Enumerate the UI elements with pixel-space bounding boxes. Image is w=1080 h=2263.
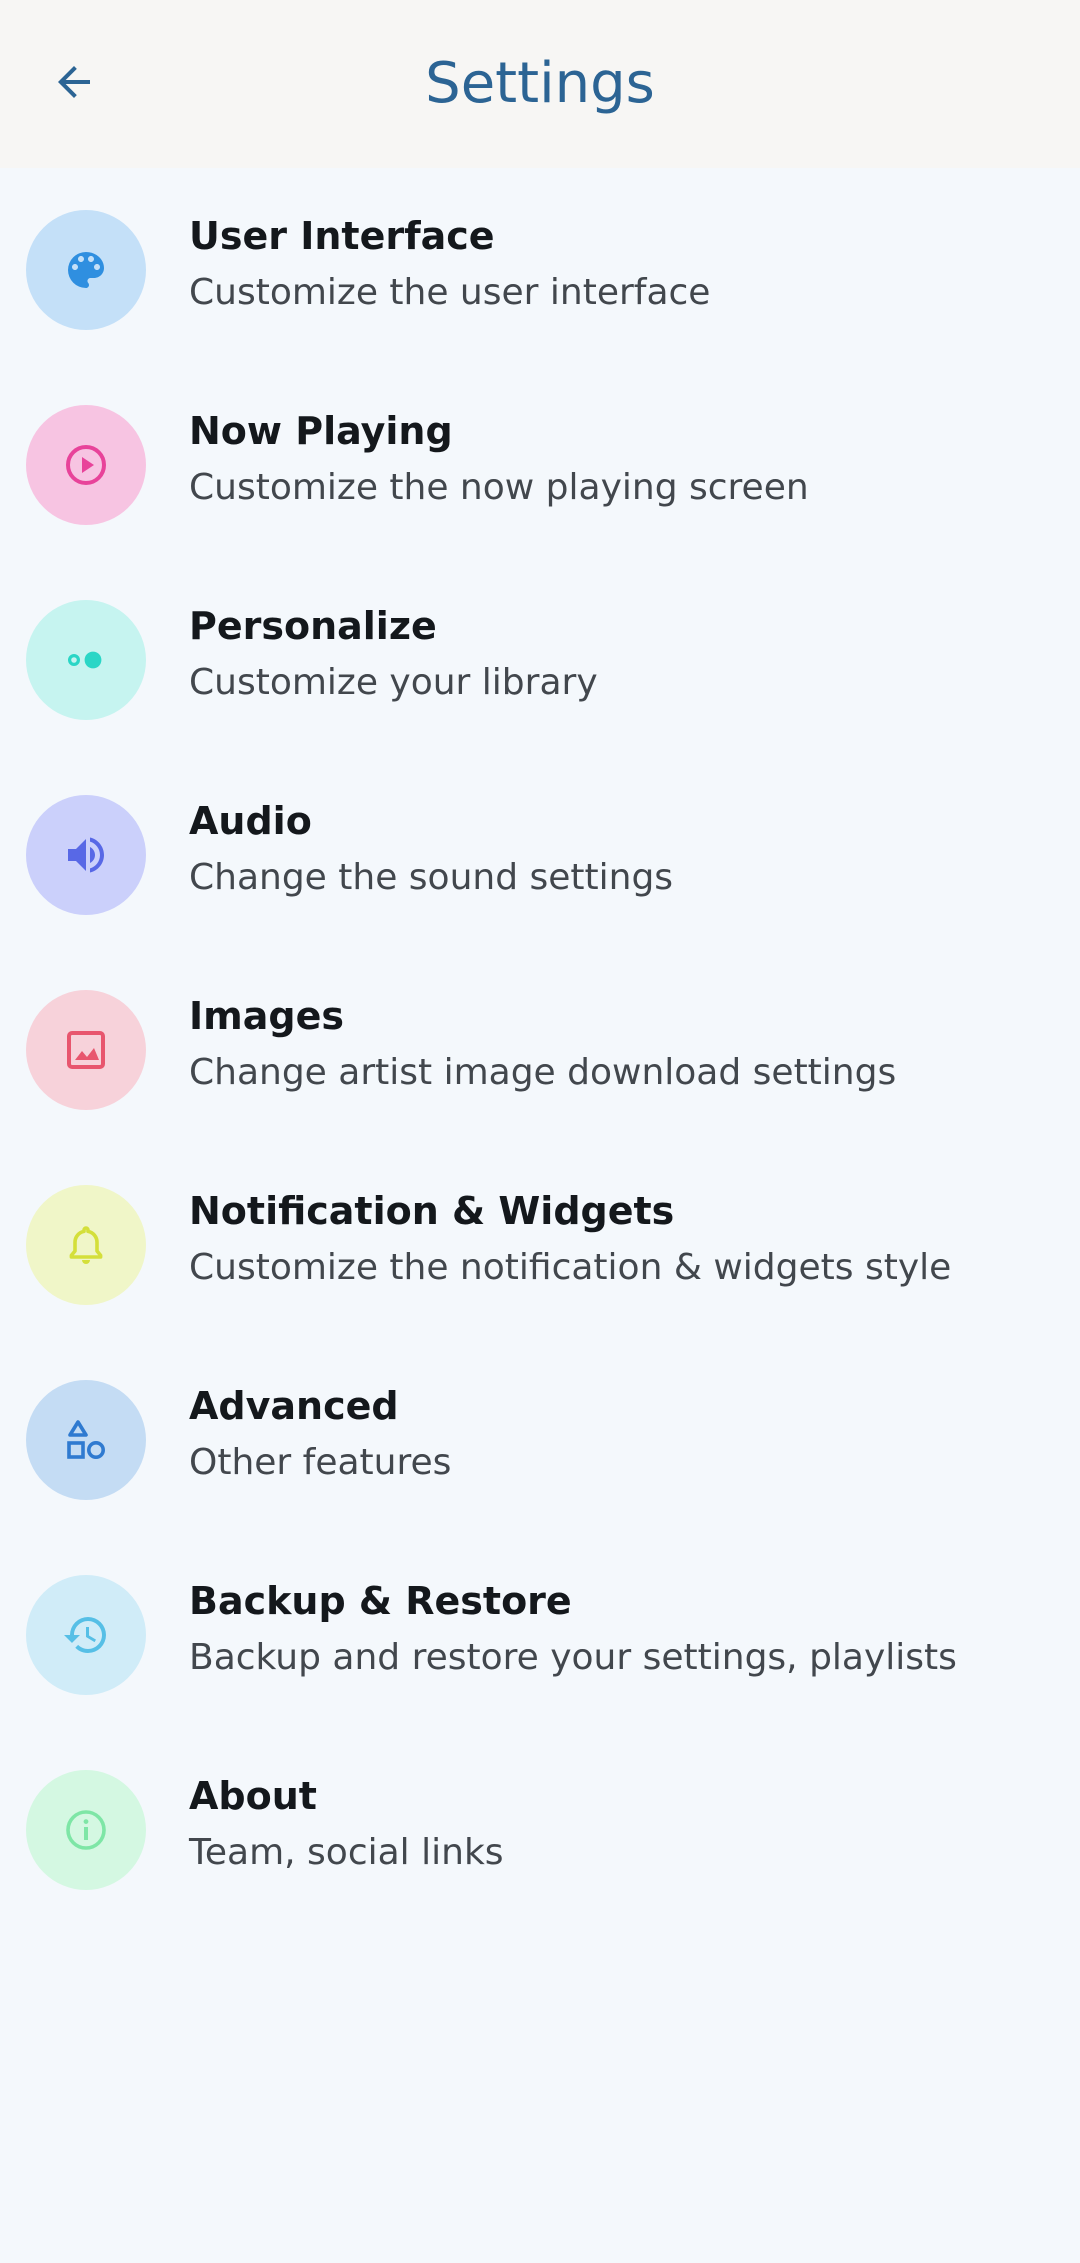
settings-item-title: Audio xyxy=(189,799,312,843)
settings-item-title: Advanced xyxy=(189,1384,399,1428)
settings-item-subtitle: Customize the notification & widgets sty… xyxy=(189,1247,952,1288)
settings-item-title: Images xyxy=(189,994,344,1038)
settings-list: User Interface Customize the user interf… xyxy=(0,168,1080,1923)
settings-item-personalize[interactable]: Personalize Customize your library xyxy=(0,558,1080,753)
settings-item-subtitle: Team, social links xyxy=(189,1832,504,1873)
settings-item-subtitle: Backup and restore your settings, playli… xyxy=(189,1637,957,1678)
restore-icon xyxy=(26,1575,146,1695)
image-icon xyxy=(26,990,146,1110)
volume-icon xyxy=(26,795,146,915)
play-circle-icon xyxy=(26,405,146,525)
settings-item-user-interface[interactable]: User Interface Customize the user interf… xyxy=(0,168,1080,363)
shapes-icon xyxy=(26,1380,146,1500)
page-title: Settings xyxy=(425,51,655,116)
settings-item-now-playing[interactable]: Now Playing Customize the now playing sc… xyxy=(0,363,1080,558)
settings-item-subtitle: Customize your library xyxy=(189,662,598,703)
palette-icon xyxy=(26,210,146,330)
info-icon xyxy=(26,1770,146,1890)
settings-item-subtitle: Customize the now playing screen xyxy=(189,467,809,508)
settings-item-backup-restore[interactable]: Backup & Restore Backup and restore your… xyxy=(0,1533,1080,1728)
app-bar: Settings xyxy=(0,0,1080,168)
settings-item-title: Personalize xyxy=(189,604,437,648)
settings-item-subtitle: Change the sound settings xyxy=(189,857,674,898)
settings-item-title: Notification & Widgets xyxy=(189,1189,675,1233)
settings-item-subtitle: Other features xyxy=(189,1442,452,1483)
settings-item-images[interactable]: Images Change artist image download sett… xyxy=(0,948,1080,1143)
settings-item-title: User Interface xyxy=(189,214,495,258)
toggle-dots-icon xyxy=(26,600,146,720)
settings-item-advanced[interactable]: Advanced Other features xyxy=(0,1338,1080,1533)
settings-item-subtitle: Customize the user interface xyxy=(189,272,711,313)
bell-icon xyxy=(26,1185,146,1305)
settings-item-subtitle: Change artist image download settings xyxy=(189,1052,897,1093)
settings-item-title: About xyxy=(189,1774,317,1818)
settings-item-title: Backup & Restore xyxy=(189,1579,572,1623)
settings-item-audio[interactable]: Audio Change the sound settings xyxy=(0,753,1080,948)
settings-item-about[interactable]: About Team, social links xyxy=(0,1728,1080,1923)
settings-item-title: Now Playing xyxy=(189,409,453,453)
settings-item-notification-widgets[interactable]: Notification & Widgets Customize the not… xyxy=(0,1143,1080,1338)
